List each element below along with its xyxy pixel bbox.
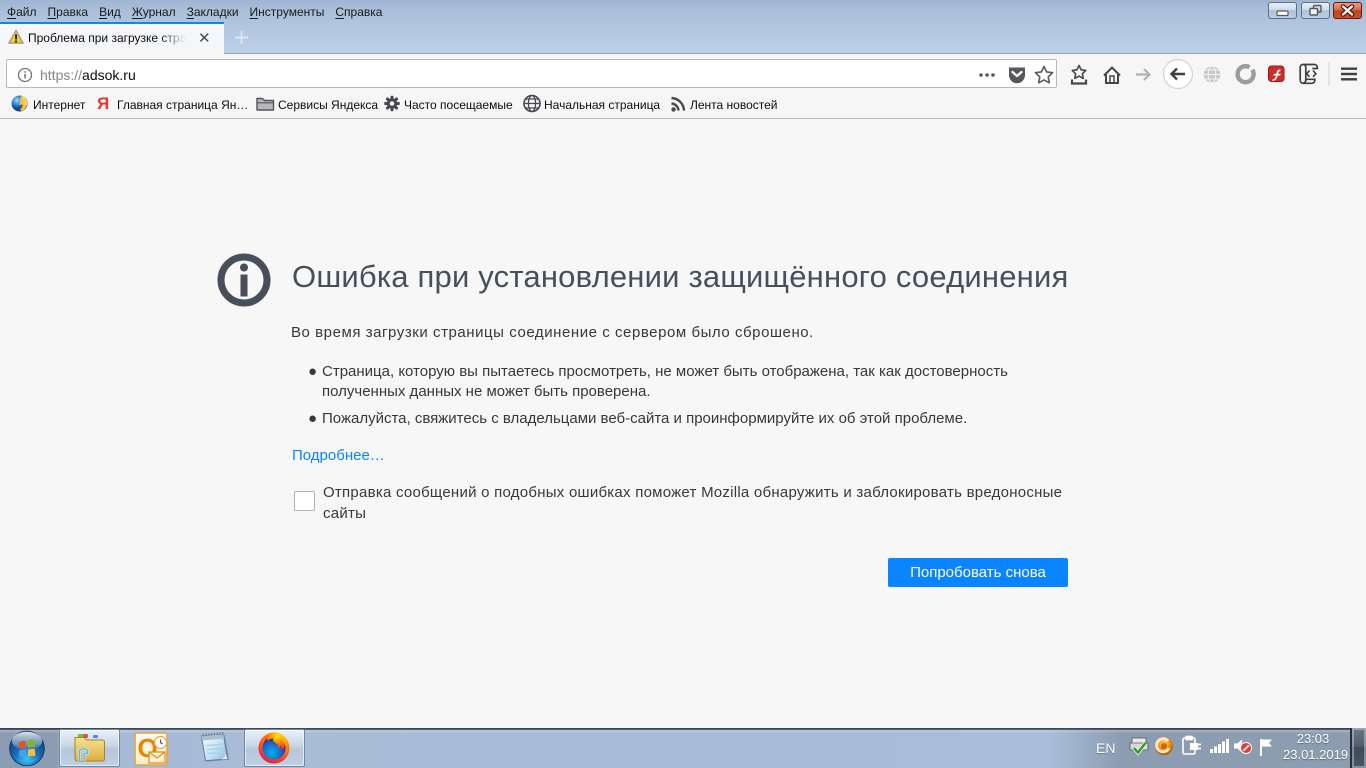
svg-text:Я: Я	[97, 94, 109, 113]
